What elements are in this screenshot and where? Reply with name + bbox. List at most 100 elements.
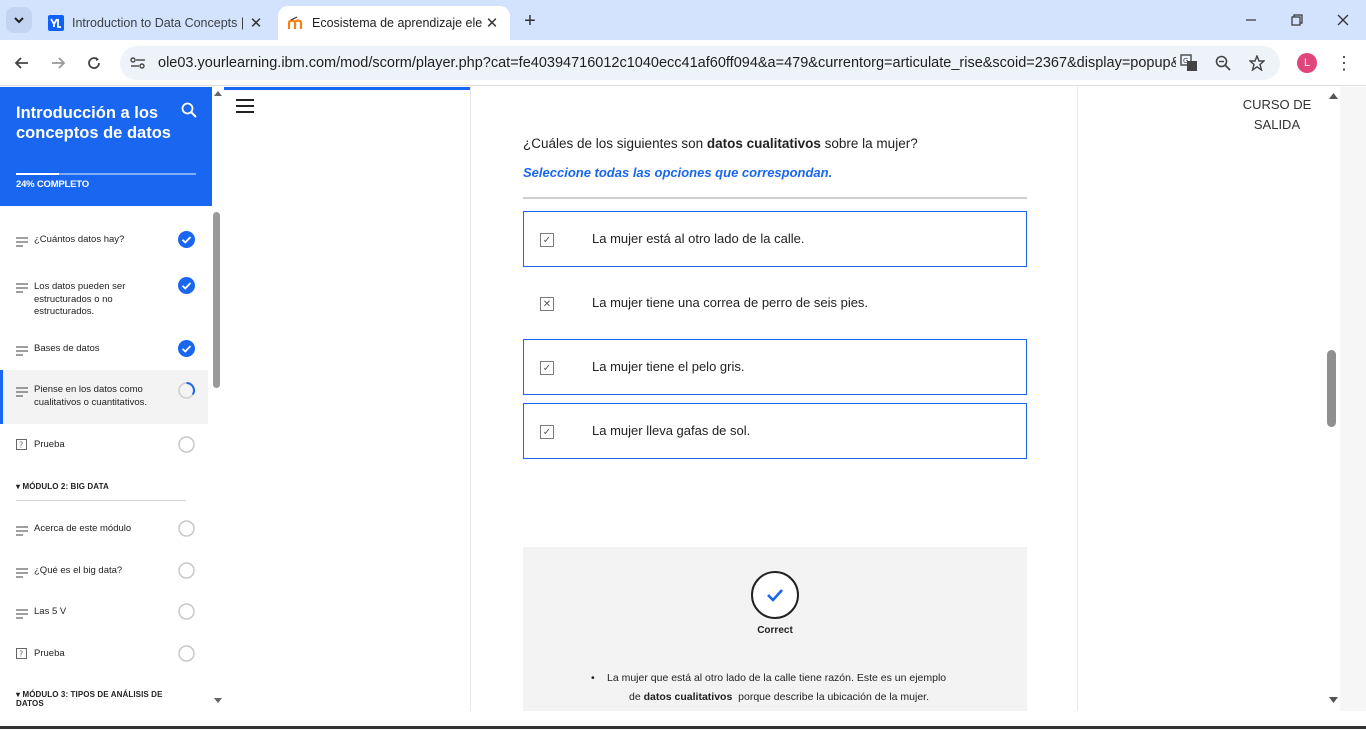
minimize-button[interactable] xyxy=(1236,8,1266,32)
module-header[interactable]: ▾ MÓDULO 2: BIG DATA xyxy=(16,482,109,491)
course-progress-bar xyxy=(16,173,196,175)
zoom-icon[interactable] xyxy=(1210,50,1236,76)
reload-button[interactable] xyxy=(82,51,106,75)
answer-option[interactable]: ✕ La mujer tiene una correa de perro de … xyxy=(523,275,1027,331)
sidebar-header: Introducción a los conceptos de datos 24… xyxy=(0,87,212,206)
sidebar-item-las-5-v[interactable]: Las 5 V xyxy=(0,592,208,634)
module-divider xyxy=(16,500,186,501)
site-settings-icon[interactable] xyxy=(128,55,148,71)
hamburger-menu-icon[interactable] xyxy=(236,99,254,113)
bottom-edge xyxy=(0,711,1366,730)
scroll-up-arrow-icon[interactable] xyxy=(214,90,222,96)
course-progress-fill xyxy=(16,173,60,175)
answer-option-text: La mujer tiene una correa de perro de se… xyxy=(592,295,869,310)
tab-introduction-data-concepts[interactable]: Introduction to Data Concepts | ✕ xyxy=(38,6,274,40)
reload-icon xyxy=(88,57,100,69)
scroll-down-arrow-icon[interactable] xyxy=(1329,697,1338,703)
restore-icon xyxy=(1291,14,1303,26)
svg-text:?: ? xyxy=(19,650,23,659)
bullet-icon: • xyxy=(591,672,595,684)
sidebar-item-prueba[interactable]: ? Prueba xyxy=(0,424,208,466)
moodle-favicon-icon xyxy=(288,15,304,31)
sidebar-item-cualitativos-cuantitativos[interactable]: Piense en los datos como cualitativos o … xyxy=(0,370,208,424)
back-button[interactable] xyxy=(10,51,34,75)
sidebar-item-label: ¿Cuántos datos hay? xyxy=(34,234,125,245)
close-icon xyxy=(1337,14,1349,26)
module-header[interactable]: ▾ MÓDULO 3: TIPOS DE ANÁLISIS DE DATOS xyxy=(16,690,186,708)
sidebar-scroll-thumb[interactable] xyxy=(213,212,220,388)
close-icon[interactable]: ✕ xyxy=(246,13,266,33)
course-progress-text: 24% COMPLETO xyxy=(16,179,89,190)
content-margin-right xyxy=(1078,87,1326,711)
svg-text:G: G xyxy=(1183,57,1188,65)
sidebar-item-label: Los datos pueden ser estructurados o no … xyxy=(34,281,126,317)
lesson-content-area: CURSO DE SALIDA ¿Cuáles de los siguiente… xyxy=(224,87,1366,711)
close-window-button[interactable] xyxy=(1328,8,1358,32)
sidebar-item-label: ¿Qué es el big data? xyxy=(34,565,123,576)
sidebar-item-acerca-modulo[interactable]: Acerca de este módulo xyxy=(0,508,208,550)
sidebar-item-que-es-big-data[interactable]: ¿Qué es el big data? xyxy=(0,550,208,592)
answer-option-text: La mujer lleva gafas de sol. xyxy=(592,423,751,438)
restore-button[interactable] xyxy=(1282,8,1312,32)
exit-course-button[interactable]: CURSO DE SALIDA xyxy=(1236,95,1318,135)
checkbox-checked-icon[interactable]: ✓ xyxy=(540,425,554,439)
feedback-panel: Correct • La mujer que está al otro lado… xyxy=(523,547,1027,711)
checkbox-cross-icon[interactable]: ✕ xyxy=(540,297,554,311)
profile-avatar[interactable]: L xyxy=(1297,53,1317,73)
not-started-icon xyxy=(178,645,195,662)
answer-option[interactable]: ✓ La mujer está al otro lado de la calle… xyxy=(523,211,1027,267)
checkbox-checked-icon[interactable]: ✓ xyxy=(540,361,554,375)
sidebar-item-prueba-modulo2[interactable]: ? Prueba xyxy=(0,634,208,676)
not-started-icon xyxy=(178,603,195,620)
answer-option[interactable]: ✓ La mujer tiene el pelo gris. xyxy=(523,339,1027,395)
address-bar[interactable]: ole03.yourlearning.ibm.com/mod/scorm/pla… xyxy=(120,46,1280,80)
not-started-icon xyxy=(178,520,195,537)
course-sidebar: Introducción a los conceptos de datos 24… xyxy=(0,87,224,711)
feedback-explanation: • La mujer que está al otro lado de la c… xyxy=(591,669,987,707)
correct-check-icon xyxy=(751,571,799,619)
content-scroll-thumb[interactable] xyxy=(1327,350,1336,427)
tab-ecosistema[interactable]: Ecosistema de aprendizaje elect ✕ xyxy=(278,6,510,40)
content-margin-left xyxy=(224,90,470,711)
scroll-up-arrow-icon[interactable] xyxy=(1329,93,1338,99)
sidebar-item-bases-de-datos[interactable]: Bases de datos xyxy=(0,328,208,370)
search-icon[interactable] xyxy=(180,101,198,119)
question-text: ¿Cuáles de los siguientes son datos cual… xyxy=(523,136,918,151)
lesson-text-icon xyxy=(16,568,28,578)
bookmark-star-icon[interactable] xyxy=(1244,50,1270,76)
chevron-down-icon xyxy=(14,17,24,24)
lesson-text-icon xyxy=(16,237,28,247)
sidebar-item-label: Piense en los datos como cualitativos o … xyxy=(34,384,148,408)
new-tab-button[interactable]: + xyxy=(518,9,542,33)
url-text: ole03.yourlearning.ibm.com/mod/scorm/pla… xyxy=(158,55,1176,71)
quiz-icon: ? xyxy=(16,648,27,659)
question-instruction: Seleccione todas las opciones que corres… xyxy=(523,165,833,180)
sidebar-item-cuantos-datos[interactable]: ¿Cuántos datos hay? xyxy=(0,219,208,261)
arrow-left-icon xyxy=(14,57,28,69)
feedback-label: Correct xyxy=(757,625,793,636)
quiz-icon: ? xyxy=(16,439,27,450)
sidebar-item-label: Las 5 V xyxy=(34,606,67,617)
tab-title: Ecosistema de aprendizaje elect xyxy=(312,16,482,30)
lesson-text-icon xyxy=(16,283,28,293)
answer-option[interactable]: ✓ La mujer lleva gafas de sol. xyxy=(523,403,1027,459)
browser-menu-kebab-icon[interactable]: ⋮ xyxy=(1334,52,1354,74)
sidebar-scrollbar[interactable] xyxy=(212,87,224,711)
translate-icon[interactable]: G xyxy=(1176,50,1202,76)
checkbox-checked-icon[interactable]: ✓ xyxy=(540,233,554,247)
lesson-text-icon xyxy=(16,609,28,619)
tab-search-button[interactable] xyxy=(6,7,32,33)
sidebar-item-label: Prueba xyxy=(34,648,65,659)
close-icon[interactable]: ✕ xyxy=(482,13,502,33)
checkmark-complete-icon xyxy=(178,340,195,357)
sidebar-item-estructurados[interactable]: Los datos pueden ser estructurados o no … xyxy=(0,261,208,328)
scroll-down-arrow-icon[interactable] xyxy=(214,698,222,704)
not-started-icon xyxy=(178,562,195,579)
in-progress-icon xyxy=(178,382,195,399)
quiz-card: ¿Cuáles de los siguientes son datos cual… xyxy=(470,87,1078,711)
lesson-text-icon xyxy=(16,346,28,356)
browser-toolbar: ole03.yourlearning.ibm.com/mod/scorm/pla… xyxy=(0,40,1366,86)
forward-button[interactable] xyxy=(46,51,70,75)
sidebar-item-label: Bases de datos xyxy=(34,343,100,354)
sidebar-item-label: Prueba xyxy=(34,439,65,450)
